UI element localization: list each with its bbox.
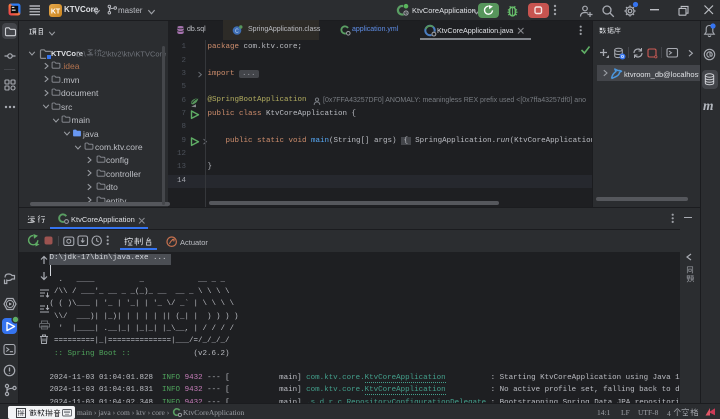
svg-text:C: C — [235, 28, 239, 35]
svg-text:KT: KT — [51, 8, 61, 15]
